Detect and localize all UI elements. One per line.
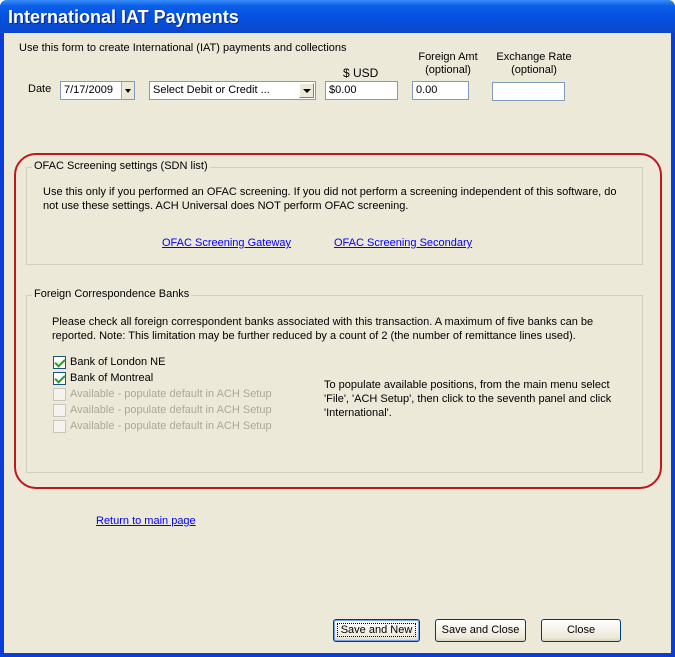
highlight-oval xyxy=(14,153,662,489)
intro-text: Use this form to create International (I… xyxy=(19,42,347,54)
usd-label: $ USD xyxy=(343,66,379,80)
exchange-rate-label: Exchange Rate xyxy=(496,51,572,63)
date-value: 7/17/2009 xyxy=(64,84,113,96)
save-and-close-button[interactable]: Save and Close xyxy=(435,619,526,642)
date-dropdown-button[interactable] xyxy=(121,82,134,99)
return-main-link[interactable]: Return to main page xyxy=(96,515,196,527)
exchange-rate-optional-label: (optional) xyxy=(511,64,557,76)
date-label: Date xyxy=(28,83,52,95)
debit-credit-value: Select Debit or Credit ... xyxy=(153,84,270,96)
usd-amount-input[interactable]: $0.00 xyxy=(325,81,398,100)
foreign-amt-optional-label: (optional) xyxy=(425,64,471,76)
save-and-new-button[interactable]: Save and New xyxy=(333,619,420,642)
close-button[interactable]: Close xyxy=(541,619,621,642)
chevron-down-icon[interactable] xyxy=(299,83,314,98)
date-picker[interactable]: 7/17/2009 xyxy=(60,81,135,100)
debit-credit-select[interactable]: Select Debit or Credit ... xyxy=(149,81,316,100)
window-title: International IAT Payments xyxy=(8,7,239,27)
app-window: International IAT Payments Use this form… xyxy=(0,0,675,657)
exchange-rate-input[interactable] xyxy=(492,82,565,101)
foreign-amount-input[interactable]: 0.00 xyxy=(412,81,469,100)
title-bar[interactable]: International IAT Payments xyxy=(0,0,675,33)
form-panel: Use this form to create International (I… xyxy=(4,33,671,653)
foreign-amt-label: Foreign Amt xyxy=(418,51,478,63)
save-and-new-label: Save and New xyxy=(336,623,417,637)
